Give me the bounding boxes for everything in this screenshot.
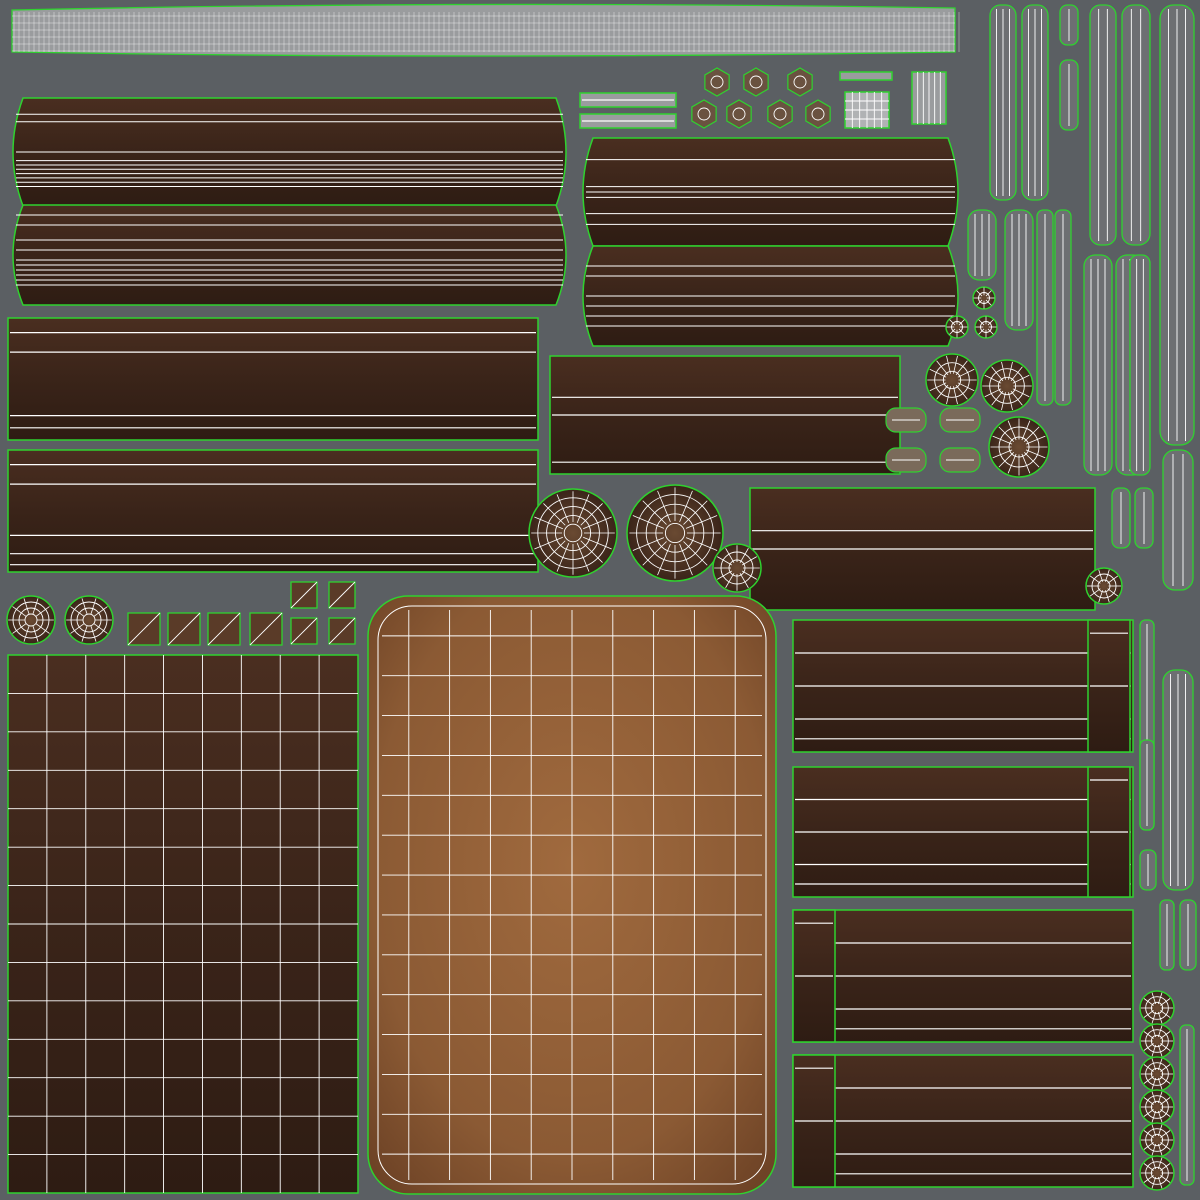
round-cap [1139,1056,1175,1092]
column-strip [1036,209,1054,406]
column-strip [1089,4,1117,246]
round-cap [988,416,1050,478]
column-strip [1021,4,1049,201]
rounded-leather-panel [367,595,777,1195]
column-strip [1159,899,1175,971]
column-strip [1159,4,1195,446]
strip [579,92,677,108]
column-strip [1134,487,1154,549]
profile-molding [582,245,959,347]
small-tile [290,617,318,645]
round-cap [528,488,618,578]
plank [7,317,539,441]
plank [549,355,901,475]
round-cap [1139,1155,1175,1191]
bolt-head [787,67,813,97]
small-tile [127,612,161,646]
bolt-head [885,407,927,433]
plank-end [1087,766,1131,898]
bolt-head [743,67,769,97]
plank-end [792,909,836,1043]
grid-panel [911,71,947,125]
small-tile [167,612,201,646]
grid-panel [7,654,359,1194]
round-cap [64,595,114,645]
top-strip [11,3,960,57]
plank [792,909,1134,1043]
column-strip [1179,1024,1195,1186]
small-tile [290,581,318,609]
round-cap [1139,1023,1175,1059]
column-strip [1121,4,1151,246]
bolt-head [704,67,730,97]
profile-molding [12,97,567,207]
round-cap [945,315,969,339]
round-cap [974,315,998,339]
round-cap [1139,990,1175,1026]
round-cap [1139,1089,1175,1125]
column-strip [1059,4,1079,46]
round-cap [6,595,56,645]
plank [749,487,1096,611]
bolt-head [885,447,927,473]
round-cap [925,353,979,407]
column-strip [1162,449,1194,591]
strip [579,113,677,129]
round-cap [626,484,724,582]
column-strip [1129,254,1151,476]
column-strip [989,4,1017,201]
column-strip [1162,669,1194,891]
small-tile [328,617,356,645]
round-cap [1139,1122,1175,1158]
plank [7,449,539,573]
strip [839,71,893,81]
grid-panel [844,91,890,129]
round-cap [712,543,762,593]
small-tile [328,581,356,609]
plank-end [792,1054,836,1188]
column-strip [967,209,997,281]
column-strip [1059,59,1079,131]
small-tile [207,612,241,646]
round-cap [1085,567,1123,605]
bolt-head [939,447,981,473]
bolt-head [726,99,752,129]
column-strip [1179,899,1197,971]
bolt-head [939,407,981,433]
uv-texture-atlas [6,3,1197,1195]
profile-molding [12,204,567,306]
profile-molding [582,137,959,247]
plank-end [1087,619,1131,753]
plank [792,619,1134,753]
bolt-head [767,99,793,129]
round-cap [972,286,996,310]
bolt-head [691,99,717,129]
column-strip [1139,849,1157,891]
column-strip [1054,209,1072,406]
plank [792,766,1134,898]
column-strip [1139,739,1155,831]
plank [792,1054,1134,1188]
column-strip [1111,487,1131,549]
bolt-head [805,99,831,129]
small-tile [249,612,283,646]
column-strip [1083,254,1113,476]
column-strip [1004,209,1034,331]
round-cap [980,359,1034,413]
